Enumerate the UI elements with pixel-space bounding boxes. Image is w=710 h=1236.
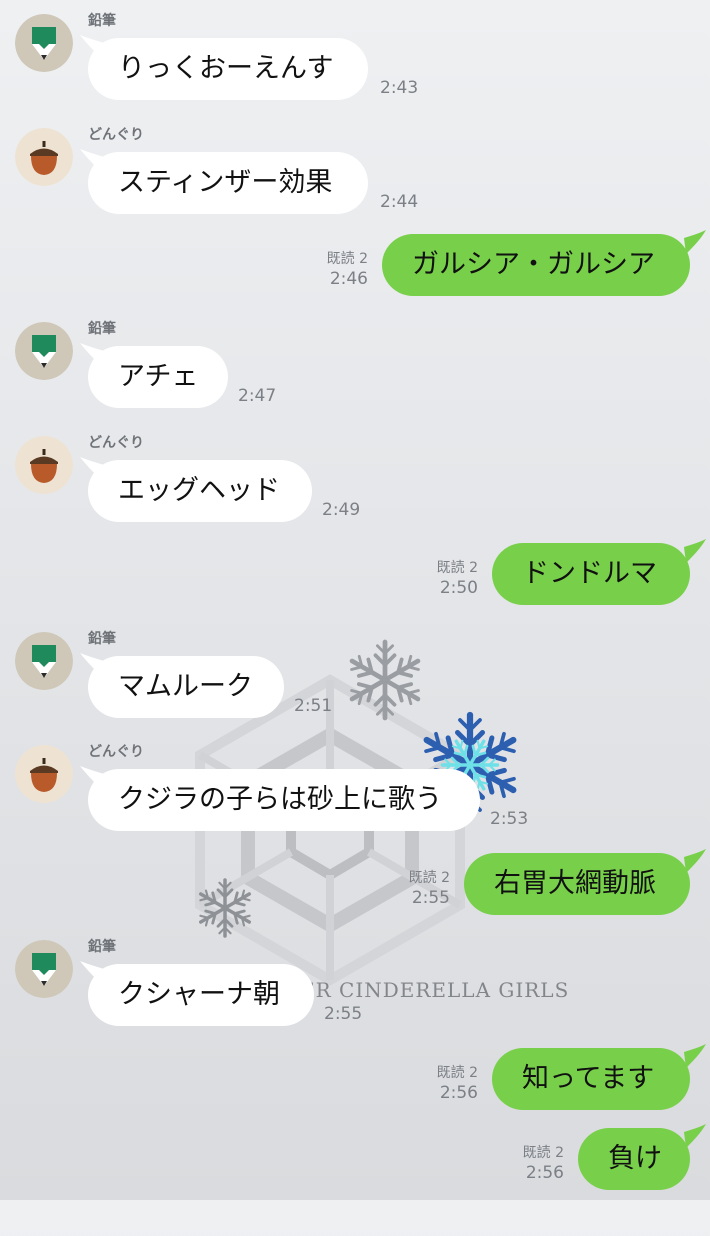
sender-avatar[interactable] xyxy=(15,128,73,186)
sender-avatar[interactable] xyxy=(15,14,73,72)
message-row: 負け 既読 2 2:56 xyxy=(0,1124,710,1236)
message-timestamp: 2:50 xyxy=(439,578,478,598)
message-timestamp: 2:46 xyxy=(329,269,368,289)
message-row: どんぐりエッグヘッド 2:49 xyxy=(0,430,710,540)
read-receipt: 既読 2 xyxy=(408,870,450,886)
message-bubble[interactable]: クジラの子らは砂上に歌う xyxy=(88,769,480,831)
read-receipt-block: 既読 2 2:50 xyxy=(437,559,478,599)
message-bubble[interactable]: 右胃大網動脈 xyxy=(464,853,690,915)
bubble-tail xyxy=(684,1124,706,1148)
message-bubble[interactable]: クシャーナ朝 xyxy=(88,964,314,1026)
sender-avatar[interactable] xyxy=(15,632,73,690)
message-bubble[interactable]: 負け xyxy=(578,1128,690,1190)
acorn-icon xyxy=(15,745,73,803)
sender-name: 鉛筆 xyxy=(88,13,116,29)
message-timestamp: 2:47 xyxy=(238,386,277,406)
bubble-tail xyxy=(684,1044,706,1068)
message-timestamp: 2:53 xyxy=(490,809,529,829)
message-row: 鉛筆クシャーナ朝 2:55 xyxy=(0,934,710,1044)
sender-name: どんぐり xyxy=(88,435,144,451)
message-bubble[interactable]: ドンドルマ xyxy=(492,543,690,605)
message-timestamp: 2:55 xyxy=(324,1004,363,1024)
message-timestamp: 2:44 xyxy=(380,192,419,212)
sender-name: どんぐり xyxy=(88,127,144,143)
read-receipt-block: 既読 2 2:56 xyxy=(523,1144,564,1184)
pencil-icon xyxy=(15,632,73,690)
read-receipt-block: 既読 2 2:46 xyxy=(327,250,368,290)
sender-avatar[interactable] xyxy=(15,745,73,803)
message-bubble[interactable]: ガルシア・ガルシア xyxy=(382,234,690,296)
message-timestamp: 2:43 xyxy=(380,78,419,98)
message-timestamp: 2:56 xyxy=(439,1083,478,1103)
read-receipt: 既読 2 xyxy=(326,251,368,267)
sender-avatar[interactable] xyxy=(15,940,73,998)
pencil-icon xyxy=(15,14,73,72)
pencil-icon xyxy=(15,940,73,998)
sender-avatar[interactable] xyxy=(15,322,73,380)
message-bubble[interactable]: スティンザー効果 xyxy=(88,152,368,214)
message-row: 鉛筆りっくおーえんす 2:43 xyxy=(0,8,710,118)
message-timestamp: 2:51 xyxy=(294,696,333,716)
read-receipt-block: 既読 2 2:55 xyxy=(409,869,450,909)
bubble-tail xyxy=(684,849,706,873)
message-bubble[interactable]: りっくおーえんす xyxy=(88,38,368,100)
message-bubble[interactable]: アチェ xyxy=(88,346,228,408)
message-row: 鉛筆アチェ 2:47 xyxy=(0,316,710,426)
sender-name: 鉛筆 xyxy=(88,631,116,647)
message-timestamp: 2:56 xyxy=(525,1163,564,1183)
message-row: どんぐりクジラの子らは砂上に歌う 2:53 xyxy=(0,739,710,849)
read-receipt: 既読 2 xyxy=(522,1145,564,1161)
sender-name: 鉛筆 xyxy=(88,321,116,337)
sender-name: 鉛筆 xyxy=(88,939,116,955)
read-receipt: 既読 2 xyxy=(436,1065,478,1081)
message-bubble[interactable]: エッグヘッド xyxy=(88,460,312,522)
acorn-icon xyxy=(15,436,73,494)
read-receipt-block: 既読 2 2:56 xyxy=(437,1064,478,1104)
message-row: どんぐりスティンザー効果 2:44 xyxy=(0,122,710,232)
sender-name: どんぐり xyxy=(88,744,144,760)
message-bubble[interactable]: 知ってます xyxy=(492,1048,690,1110)
message-timestamp: 2:55 xyxy=(411,888,450,908)
acorn-icon xyxy=(15,128,73,186)
sender-avatar[interactable] xyxy=(15,436,73,494)
pencil-icon xyxy=(15,322,73,380)
bubble-tail xyxy=(684,230,706,254)
message-row: 鉛筆マムルーク 2:51 xyxy=(0,626,710,736)
message-bubble[interactable]: マムルーク xyxy=(88,656,284,718)
read-receipt: 既読 2 xyxy=(436,560,478,576)
message-timestamp: 2:49 xyxy=(322,500,361,520)
bubble-tail xyxy=(684,539,706,563)
